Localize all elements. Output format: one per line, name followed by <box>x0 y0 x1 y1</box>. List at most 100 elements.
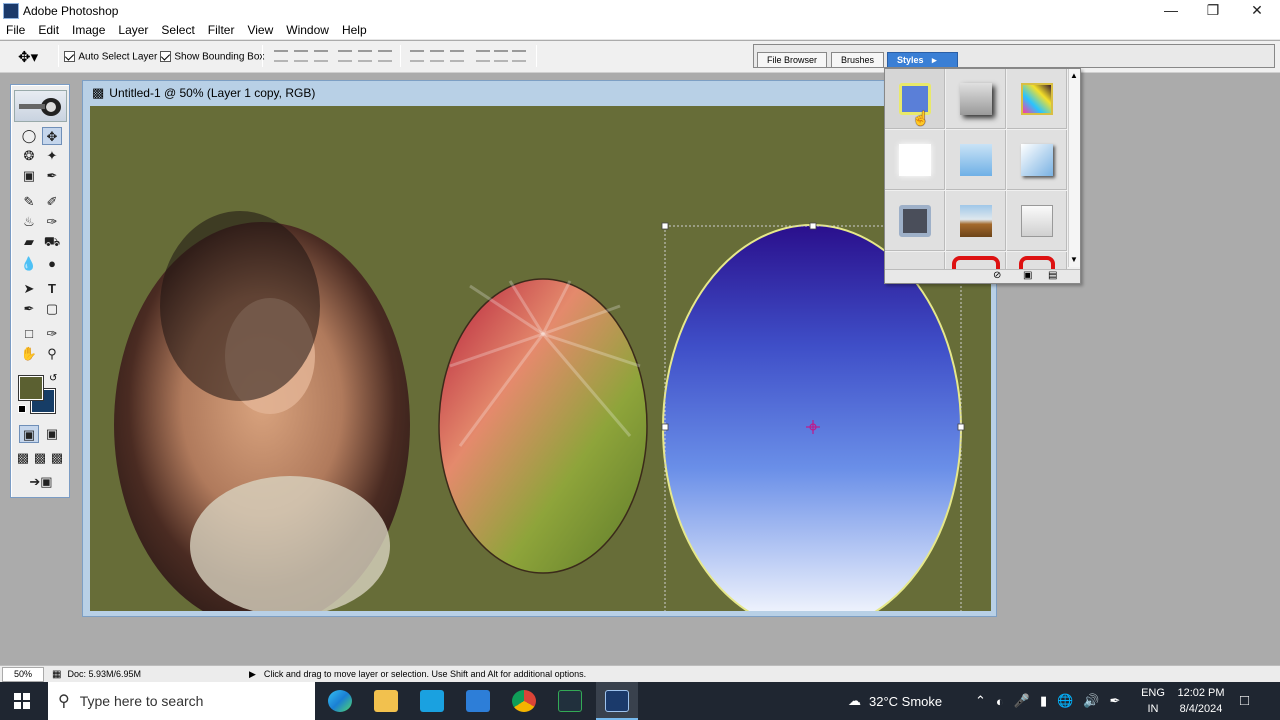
healing-brush-tool-icon[interactable]: ✎ <box>19 193 39 211</box>
show-bounding-box-option[interactable]: Show Bounding Box <box>160 49 264 63</box>
file-explorer-icon[interactable] <box>374 690 398 712</box>
style-dark-frame[interactable] <box>885 191 945 251</box>
default-colors-icon[interactable] <box>18 405 26 413</box>
align-bottom-icon[interactable] <box>314 50 328 62</box>
menu-window[interactable]: Window <box>286 23 329 37</box>
close-button[interactable]: ✕ <box>1236 0 1278 21</box>
align-hcenter-icon[interactable] <box>358 50 372 62</box>
styles-scrollbar[interactable]: ▲ ▼ <box>1068 69 1080 267</box>
distribute-top-icon[interactable] <box>410 50 424 62</box>
document-canvas[interactable] <box>90 106 991 633</box>
new-style-icon[interactable]: ▣ <box>1023 270 1032 281</box>
slice-tool-icon[interactable]: ✒ <box>42 167 62 185</box>
toolbox-header-logo[interactable] <box>14 90 67 122</box>
align-left-icon[interactable] <box>338 50 352 62</box>
hand-tool-icon[interactable]: ✋ <box>19 345 39 363</box>
delete-style-icon[interactable]: ▤ <box>1048 270 1057 281</box>
menu-select[interactable]: Select <box>161 23 194 37</box>
minimize-button[interactable]: — <box>1150 0 1192 21</box>
distribute-left-icon[interactable] <box>476 50 490 62</box>
align-vcenter-icon[interactable] <box>294 50 308 62</box>
type-tool-icon[interactable]: T <box>42 280 62 298</box>
weather-widget[interactable]: ☁ 32°C Smoke <box>848 682 942 720</box>
style-gray-button[interactable] <box>1007 191 1067 251</box>
align-right-icon[interactable] <box>378 50 392 62</box>
style-white-glow[interactable] <box>885 130 945 190</box>
edge-browser-icon[interactable] <box>328 690 352 712</box>
clock[interactable]: 12:02 PM 8/4/2024 <box>1172 685 1230 717</box>
style-psychedelic[interactable] <box>1007 69 1067 129</box>
mail-icon[interactable] <box>466 690 490 712</box>
menu-view[interactable]: View <box>247 23 273 37</box>
move-tool-icon[interactable]: ✥ <box>42 127 62 145</box>
lasso-tool-icon[interactable]: ❂ <box>19 147 39 165</box>
notification-center-icon[interactable]: □ <box>1240 692 1249 709</box>
restore-button[interactable]: ❐ <box>1192 0 1234 21</box>
microsoft-store-icon[interactable] <box>420 690 444 712</box>
menu-image[interactable]: Image <box>72 23 105 37</box>
auto-select-checkbox[interactable] <box>64 51 75 63</box>
brush-tool-icon[interactable]: ✐ <box>42 193 62 211</box>
photoshop-taskbar-button[interactable] <box>596 682 638 720</box>
screen-mode-standard-icon[interactable]: ▩ <box>15 449 31 467</box>
volume-icon[interactable]: 🔊 <box>1083 693 1099 709</box>
filmora-icon[interactable] <box>558 690 582 712</box>
menu-edit[interactable]: Edit <box>38 23 59 37</box>
scroll-up-icon[interactable]: ▲ <box>1070 71 1078 80</box>
auto-select-layer-option[interactable]: Auto Select Layer <box>64 49 157 63</box>
swap-colors-icon[interactable]: ↺ <box>49 373 57 384</box>
bounding-box-checkbox[interactable] <box>160 51 171 63</box>
blur-tool-icon[interactable]: 💧 <box>19 255 39 273</box>
menu-filter[interactable]: Filter <box>208 23 235 37</box>
pen-icon[interactable]: ✒ <box>1109 693 1120 709</box>
language-indicator[interactable]: ENG IN <box>1140 685 1166 717</box>
menu-layer[interactable]: Layer <box>118 23 148 37</box>
menu-file[interactable]: File <box>6 23 25 37</box>
zoom-tool-icon[interactable]: ⚲ <box>42 345 62 363</box>
distribute-bottom-icon[interactable] <box>450 50 464 62</box>
tab-styles[interactable]: Styles ▸ <box>887 52 958 67</box>
notes-tool-icon[interactable]: □ <box>19 325 39 343</box>
network-globe-icon[interactable]: 🌐 <box>1057 693 1073 709</box>
path-selection-tool-icon[interactable]: ➤ <box>19 280 39 298</box>
tab-brushes[interactable]: Brushes <box>831 52 885 67</box>
meet-now-icon[interactable]: ◐ <box>996 694 1004 709</box>
battery-icon[interactable]: ▮ <box>1040 693 1047 709</box>
style-blue-bevel[interactable] <box>1007 130 1067 190</box>
microphone-icon[interactable]: 🎤 <box>1014 693 1030 709</box>
foreground-color-swatch[interactable] <box>18 375 44 401</box>
clone-stamp-tool-icon[interactable]: ♨ <box>19 213 39 231</box>
zoom-field[interactable]: 50% <box>2 666 44 682</box>
eyedropper-tool-icon[interactable]: ✑ <box>42 325 62 343</box>
document-title-bar[interactable]: ▩ Untitled-1 @ 50% (Layer 1 copy, RGB) <box>83 81 996 105</box>
clear-style-icon[interactable]: ⊘ <box>993 270 1001 281</box>
style-partial-1[interactable] <box>885 252 945 270</box>
screen-mode-full-menu-icon[interactable]: ▩ <box>32 449 48 467</box>
pen-tool-icon[interactable]: ✒ <box>19 300 39 318</box>
standard-mode-icon[interactable]: ▣ <box>19 425 39 443</box>
crop-tool-icon[interactable]: ▣ <box>19 167 39 185</box>
eraser-tool-icon[interactable]: ▰ <box>19 233 39 251</box>
paint-bucket-tool-icon[interactable]: ⛟ <box>42 233 62 251</box>
windows-start-icon[interactable] <box>14 693 30 709</box>
magic-wand-tool-icon[interactable]: ✦ <box>42 147 62 165</box>
distribute-vcenter-icon[interactable] <box>430 50 444 62</box>
jump-to-imageready-icon[interactable]: ➔▣ <box>19 473 63 491</box>
distribute-hcenter-icon[interactable] <box>494 50 508 62</box>
menu-help[interactable]: Help <box>342 23 367 37</box>
move-tool-preset-icon[interactable]: ✥▾ <box>18 48 38 66</box>
distribute-right-icon[interactable] <box>512 50 526 62</box>
style-drop-shadow[interactable] <box>946 69 1006 129</box>
style-light-blue[interactable] <box>946 130 1006 190</box>
history-brush-tool-icon[interactable]: ✑ <box>42 213 62 231</box>
align-top-icon[interactable] <box>274 50 288 62</box>
style-landscape[interactable] <box>946 191 1006 251</box>
screen-mode-full-icon[interactable]: ▩ <box>49 449 65 467</box>
quick-mask-mode-icon[interactable]: ▣ <box>42 425 62 443</box>
rectangle-tool-icon[interactable]: ▢ <box>42 300 62 318</box>
style-partial-red-2[interactable] <box>1007 252 1067 270</box>
show-hidden-icons-icon[interactable]: ⌃ <box>975 693 986 709</box>
doc-size[interactable]: Doc: 5.93M/6.95M <box>67 669 141 679</box>
dodge-tool-icon[interactable]: ● <box>42 255 62 273</box>
tab-file-browser[interactable]: File Browser <box>757 52 828 67</box>
